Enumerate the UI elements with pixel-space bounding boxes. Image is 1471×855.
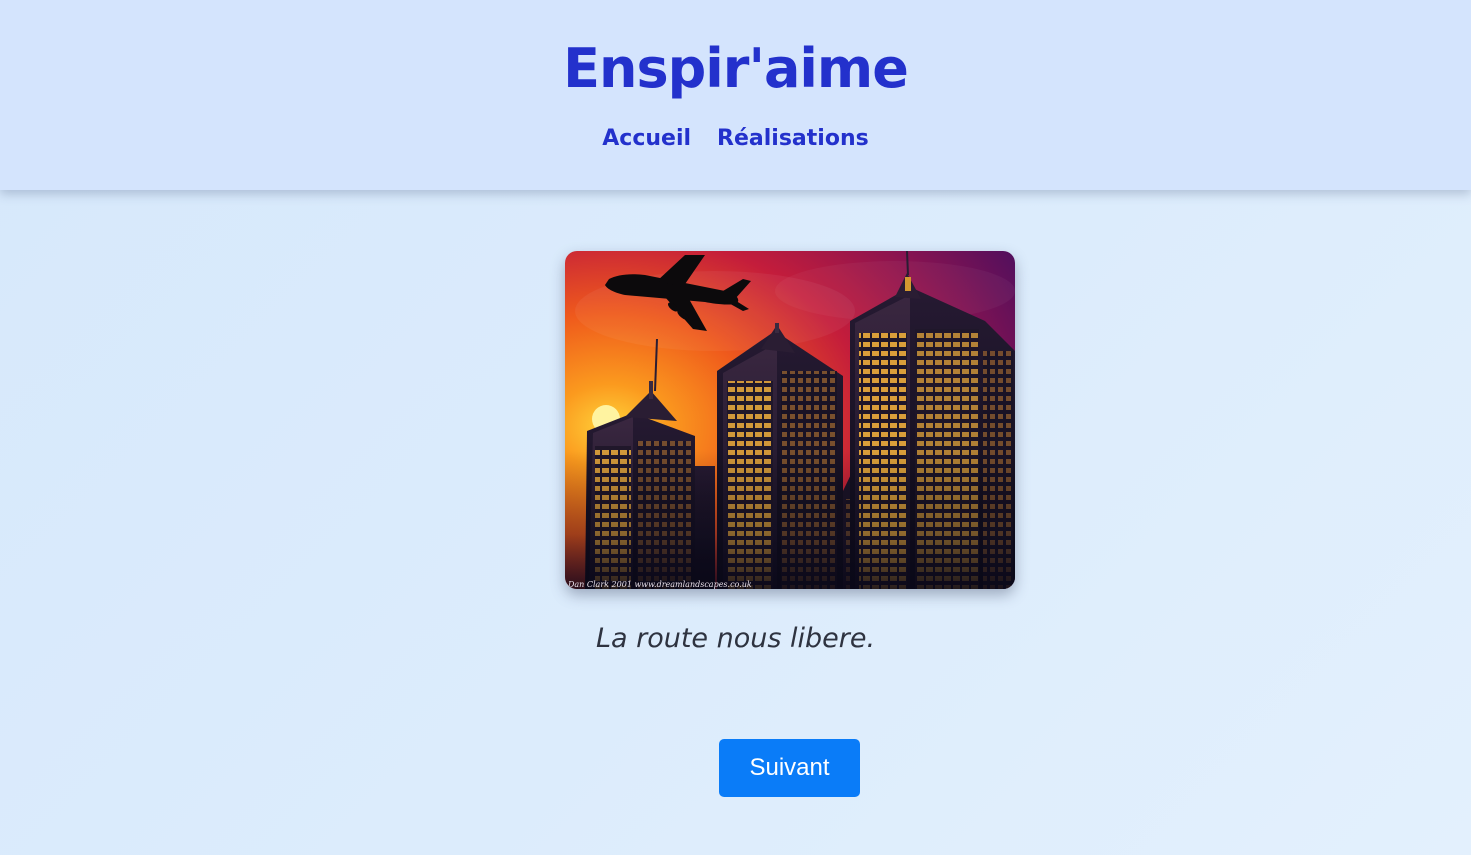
- nav-link-realisations[interactable]: Réalisations: [717, 124, 869, 154]
- site-title: Enspir'aime: [563, 37, 909, 100]
- quote-caption: La route nous libere.: [595, 623, 876, 654]
- nav-link-accueil[interactable]: Accueil: [602, 124, 691, 154]
- image-watermark: Dan Clark 2001 www.dreamlandscapes.co.uk: [567, 580, 752, 589]
- city-skyline-image: Dan Clark 2001 www.dreamlandscapes.co.uk: [565, 251, 1015, 589]
- main-nav: Accueil Réalisations: [0, 124, 1471, 154]
- featured-image: Dan Clark 2001 www.dreamlandscapes.co.uk: [565, 251, 1015, 589]
- site-header: Enspir'aime Accueil Réalisations: [0, 0, 1471, 190]
- next-button[interactable]: Suivant: [719, 739, 860, 797]
